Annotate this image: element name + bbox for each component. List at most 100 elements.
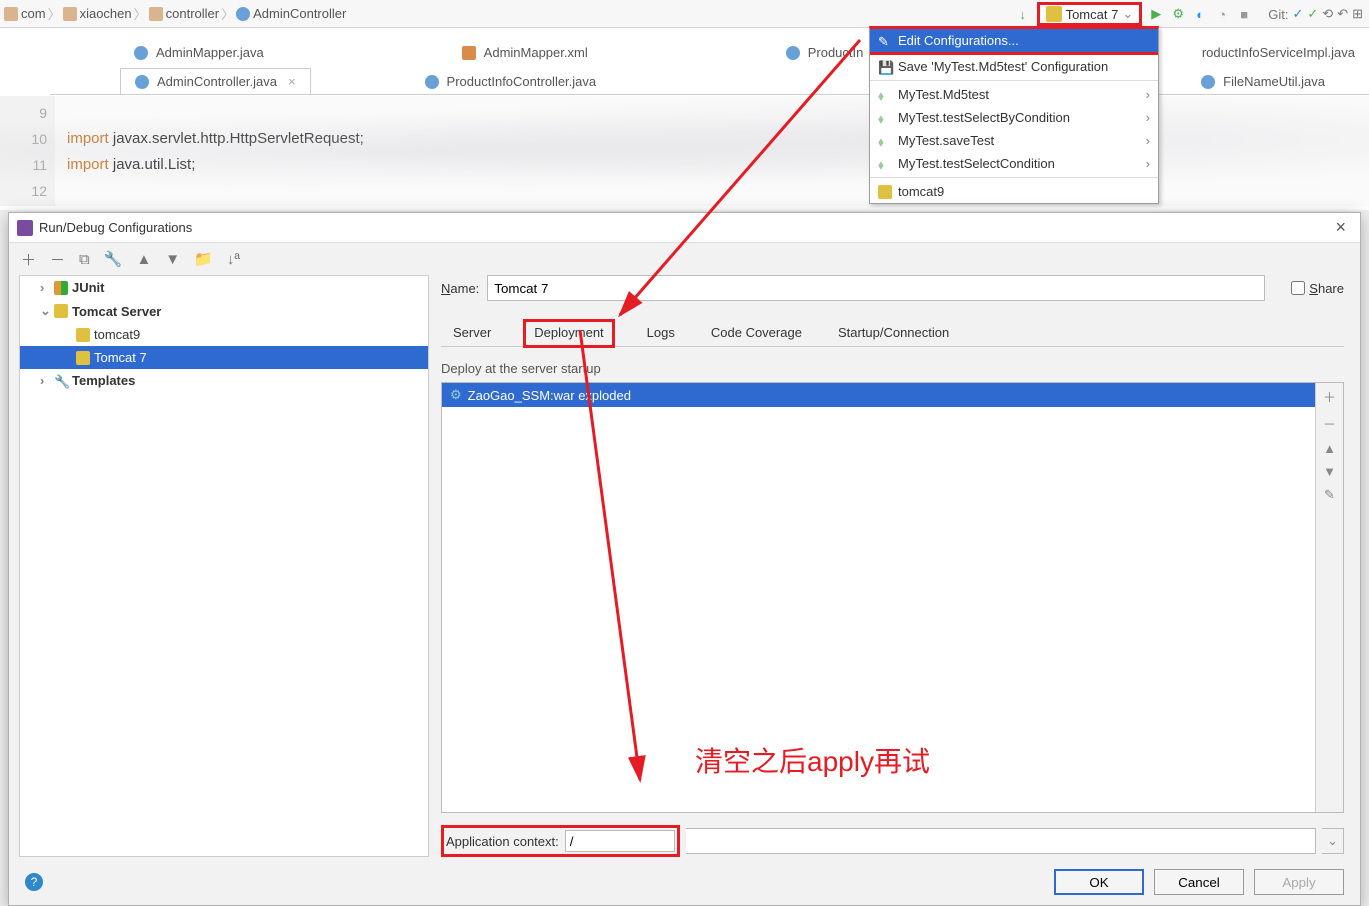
tree-templates[interactable]: ›🔧Templates (20, 369, 428, 392)
down-icon[interactable]: ▼ (163, 249, 182, 270)
name-input[interactable] (487, 275, 1265, 301)
main-toolbar: ↓ Tomcat 7 ⌄ ▶ ⚙ ◐ ◔ ■ Git: ✓ ✓ ⟲ ↶ ⊞ (1009, 0, 1369, 28)
share-checkbox[interactable]: Share (1291, 281, 1344, 296)
chevron-right-icon: 〉 (221, 4, 234, 23)
folder-icon (63, 7, 77, 21)
wrench-icon[interactable]: 🔧 (102, 248, 125, 270)
crumb-controller[interactable]: controller (149, 6, 219, 21)
run-config-selector[interactable]: Tomcat 7 ⌄ (1037, 2, 1143, 26)
chevron-right-icon: › (1146, 156, 1150, 171)
code-editor[interactable]: 9 10 11 12 import javax.servlet.http.Htt… (0, 96, 1369, 206)
down-icon[interactable]: ▼ (1323, 464, 1336, 479)
run-icon[interactable]: ▶ (1148, 6, 1164, 22)
up-icon[interactable]: ▲ (134, 249, 153, 270)
chevron-right-icon: › (40, 280, 50, 295)
menu-label: Save 'MyTest.Md5test' Configuration (898, 59, 1108, 74)
profile-icon[interactable]: ◔ (1214, 6, 1230, 22)
cancel-button[interactable]: Cancel (1154, 869, 1244, 895)
tab-productinfocontroller[interactable]: ProductInfoController.java (411, 69, 611, 94)
tab-productin[interactable]: ProductIn (772, 40, 878, 65)
menu-save-config[interactable]: 💾 Save 'MyTest.Md5test' Configuration (870, 55, 1158, 78)
config-menu: ✎ Edit Configurations... 💾 Save 'MyTest.… (869, 26, 1159, 204)
menu-edit-config[interactable]: ✎ Edit Configurations... (870, 29, 1158, 55)
menu-label: Edit Configurations... (898, 33, 1019, 48)
ok-button[interactable]: OK (1054, 869, 1144, 895)
apply-button[interactable]: Apply (1254, 869, 1344, 895)
folder-icon (149, 7, 163, 21)
close-icon[interactable]: × (1329, 217, 1352, 238)
menu-item-md5test[interactable]: ⬧MyTest.Md5test› (870, 83, 1158, 106)
crumb-com[interactable]: com (4, 6, 46, 21)
crumb-adminctrl[interactable]: AdminController (236, 6, 346, 21)
menu-item-savetest[interactable]: ⬧MyTest.saveTest› (870, 129, 1158, 152)
git-history-icon[interactable]: ⟲ (1322, 6, 1333, 22)
deploy-item[interactable]: ⚙ ZaoGao_SSM:war exploded (442, 383, 1315, 407)
help-icon[interactable]: ? (25, 873, 43, 891)
close-icon[interactable]: × (288, 74, 296, 89)
git-update-icon[interactable]: ✓ (1292, 6, 1303, 22)
tree-junit[interactable]: › JUnit (20, 276, 428, 299)
artifact-icon: ⚙ (450, 387, 462, 403)
menu-label: MyTest.testSelectCondition (898, 156, 1055, 171)
menu-item-tomcat9[interactable]: tomcat9 (870, 180, 1158, 203)
test-icon: ⬧ (878, 111, 892, 125)
up-icon[interactable]: ▲ (1323, 441, 1336, 456)
tree-label: Templates (72, 373, 135, 388)
tree-tomcat7[interactable]: Tomcat 7 (20, 346, 428, 369)
test-icon: ⬧ (878, 134, 892, 148)
tab-filenameutil[interactable]: FileNameUtil.java (1187, 69, 1339, 94)
tree-label: tomcat9 (94, 327, 140, 342)
crumb-xiaochen[interactable]: xiaochen (63, 6, 132, 21)
copy-icon[interactable]: ⧉ (77, 249, 92, 270)
edit-icon[interactable]: ✎ (1324, 487, 1335, 503)
menu-separator (870, 177, 1158, 178)
remove-icon[interactable]: － (1323, 414, 1336, 433)
run-debug-dialog: Run/Debug Configurations × ＋ － ⧉ 🔧 ▲ ▼ 📁… (8, 212, 1361, 906)
tab-label: ProductIn (808, 45, 864, 60)
menu-label: MyTest.Md5test (898, 87, 989, 102)
coverage-icon[interactable]: ◐ (1192, 6, 1208, 22)
tab-label: ProductInfoController.java (447, 74, 597, 89)
tree-tomcat9[interactable]: tomcat9 (20, 323, 428, 346)
add-icon[interactable]: ＋ (1323, 387, 1336, 406)
app-context-input[interactable] (565, 830, 675, 852)
tab-adminmapper-java[interactable]: AdminMapper.java (120, 40, 278, 65)
remove-icon[interactable]: － (48, 247, 67, 272)
config-tree[interactable]: › JUnit ⌄Tomcat Server tomcat9 Tomcat 7 ›… (19, 275, 429, 857)
app-context-input-rest[interactable] (686, 828, 1316, 854)
share-checkbox-input[interactable] (1291, 281, 1305, 295)
sort-icon[interactable]: ↓ª (225, 249, 242, 270)
tab-label: roductInfoServiceImpl.java (1202, 45, 1355, 60)
chevron-down-icon[interactable]: ⌄ (1322, 828, 1344, 854)
git-more-icon[interactable]: ⊞ (1352, 6, 1363, 22)
git-revert-icon[interactable]: ↶ (1337, 6, 1348, 22)
tree-tomcat-server[interactable]: ⌄Tomcat Server (20, 299, 428, 323)
stop-icon[interactable]: ■ (1236, 6, 1252, 22)
add-icon[interactable]: ＋ (19, 247, 38, 272)
chevron-right-icon: › (40, 373, 50, 388)
gutter: 9 10 11 12 (0, 96, 55, 206)
tab-server[interactable]: Server (449, 319, 495, 346)
code-content: import javax.servlet.http.HttpServletReq… (55, 96, 376, 206)
interface-icon (786, 46, 800, 60)
tab-startup[interactable]: Startup/Connection (834, 319, 953, 346)
tab-logs[interactable]: Logs (643, 319, 679, 346)
tab-deployment[interactable]: Deployment (523, 319, 614, 348)
class-icon (236, 7, 250, 21)
tab-coverage[interactable]: Code Coverage (707, 319, 806, 346)
tomcat-icon (54, 304, 68, 318)
menu-item-selbycond[interactable]: ⬧MyTest.testSelectByCondition› (870, 106, 1158, 129)
build-icon[interactable]: ↓ (1015, 6, 1031, 22)
tomcat-icon (1046, 6, 1062, 22)
deploy-label: Deploy at the server startup (441, 361, 1344, 376)
tree-label: JUnit (72, 280, 105, 295)
tab-productserviceimpl[interactable]: roductInfoServiceImpl.java (1188, 40, 1369, 65)
menu-item-selcond[interactable]: ⬧MyTest.testSelectCondition› (870, 152, 1158, 175)
debug-icon[interactable]: ⚙ (1170, 6, 1186, 22)
tab-admincontroller[interactable]: AdminController.java× (120, 68, 311, 94)
class-icon (425, 75, 439, 89)
test-icon: ⬧ (878, 88, 892, 102)
tab-adminmapper-xml[interactable]: AdminMapper.xml (448, 40, 602, 65)
git-commit-icon[interactable]: ✓ (1307, 6, 1318, 22)
folder-icon[interactable]: 📁 (192, 248, 215, 270)
